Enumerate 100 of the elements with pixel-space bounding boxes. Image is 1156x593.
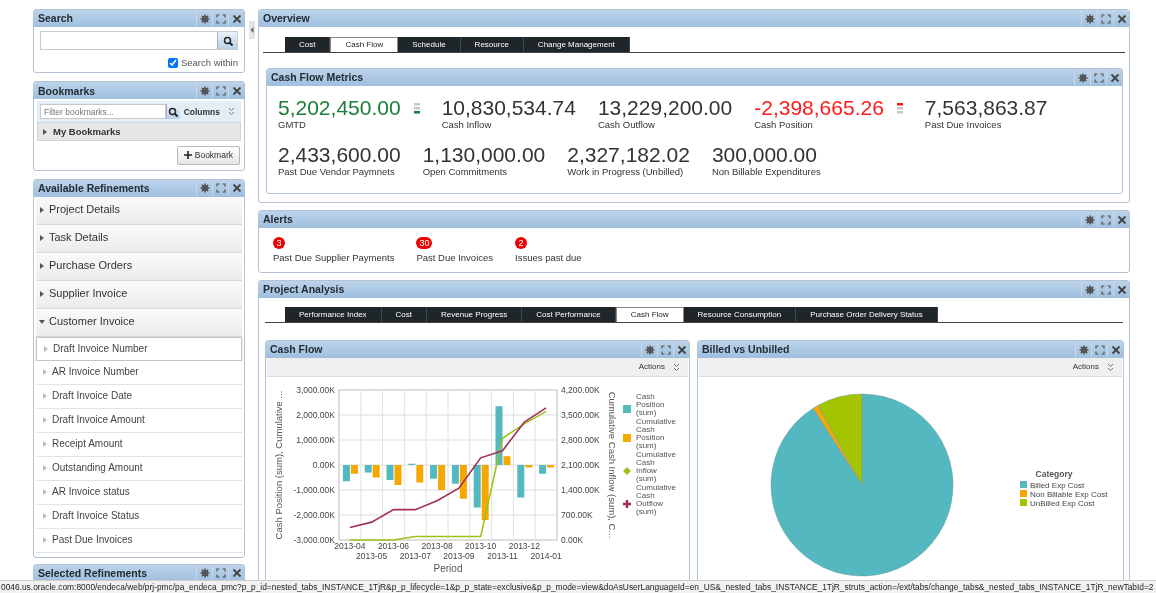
actions-menu[interactable]: Actions bbox=[1072, 362, 1099, 372]
checkbox[interactable] bbox=[167, 57, 178, 68]
legend-label: Cumulative Cash Position (sum) bbox=[636, 417, 676, 450]
legend-swatch bbox=[1020, 481, 1027, 488]
bookmark-folder[interactable]: My Bookmarks bbox=[37, 122, 241, 142]
expand-icon[interactable] bbox=[1100, 214, 1111, 225]
alert-label[interactable]: Past Due Supplier Payments bbox=[273, 252, 395, 264]
settings-icon[interactable] bbox=[199, 183, 210, 194]
settings-icon[interactable] bbox=[199, 85, 210, 96]
refinement-group[interactable]: Customer Invoice bbox=[36, 308, 242, 337]
expand-icon[interactable] bbox=[1094, 344, 1105, 355]
metric-label: Past Due Vendor Paymnets bbox=[278, 166, 396, 178]
legend-marker bbox=[621, 498, 633, 510]
panel-title: Overview bbox=[263, 12, 311, 25]
close-icon[interactable] bbox=[1116, 214, 1127, 225]
close-icon[interactable] bbox=[231, 13, 242, 24]
refinement-group[interactable]: Supplier Invoice bbox=[36, 280, 242, 309]
refinement-group[interactable]: Task Details bbox=[36, 224, 242, 253]
tab[interactable]: Cash Flow bbox=[330, 37, 399, 52]
expand-icon[interactable] bbox=[215, 13, 226, 24]
tab[interactable]: Purchase Order Delivery Status bbox=[796, 307, 938, 322]
legend-label: Cash Position (sum) bbox=[636, 392, 665, 417]
close-icon[interactable] bbox=[1110, 344, 1121, 355]
expand-icon[interactable] bbox=[1100, 284, 1111, 295]
tab[interactable]: Resource bbox=[460, 37, 524, 52]
close-icon[interactable] bbox=[231, 85, 242, 96]
expand-icon[interactable] bbox=[1093, 72, 1104, 83]
tab[interactable]: Change Management bbox=[523, 37, 630, 52]
legend-label: Non Billable Exp Cost bbox=[1030, 489, 1108, 499]
search-icon[interactable] bbox=[222, 35, 233, 46]
filter-field[interactable]: Filter bookmarks... bbox=[40, 104, 166, 120]
refinement-group[interactable]: Project Details bbox=[36, 196, 242, 225]
tab[interactable]: Cost Performance bbox=[522, 307, 616, 322]
close-icon[interactable] bbox=[1116, 284, 1127, 295]
metric-label: Cash Position bbox=[754, 119, 814, 131]
panel-title: Alerts bbox=[263, 213, 294, 226]
metric-value: 7,563,863.87 bbox=[924, 97, 1048, 119]
expand-icon[interactable] bbox=[215, 568, 226, 579]
legend-swatch bbox=[1020, 499, 1027, 506]
axis-tick-label: 1,000.00K bbox=[296, 435, 335, 445]
refinement-group[interactable]: Purchase Orders bbox=[36, 252, 242, 281]
folder-label: My Bookmarks bbox=[53, 126, 121, 138]
settings-icon[interactable] bbox=[644, 344, 655, 355]
settings-icon[interactable] bbox=[199, 568, 210, 579]
expand-icon[interactable] bbox=[1100, 13, 1111, 24]
panel-title: Cash Flow bbox=[270, 343, 324, 356]
metric-value: 300,000.00 bbox=[711, 144, 818, 167]
caret-icon bbox=[39, 235, 45, 242]
axis-tick-label: 1,400.00K bbox=[561, 485, 600, 495]
search-field[interactable] bbox=[40, 31, 238, 50]
axis-tick-label: 3,500.00K bbox=[561, 410, 600, 420]
caret-icon bbox=[42, 513, 48, 520]
actions-menu[interactable]: Actions bbox=[638, 362, 665, 372]
tab[interactable]: Schedule bbox=[398, 37, 461, 52]
collapse-handle-icon[interactable] bbox=[248, 21, 255, 39]
close-icon[interactable] bbox=[231, 183, 242, 194]
refinement-item[interactable]: Draft Invoice Number bbox=[36, 336, 242, 361]
caret-icon bbox=[39, 263, 45, 270]
settings-icon[interactable] bbox=[1084, 13, 1095, 24]
axis-tick-label: 2,000.00K bbox=[296, 410, 335, 420]
close-icon[interactable] bbox=[1109, 72, 1120, 83]
panel-title: Available Refinements bbox=[38, 181, 151, 195]
alert-label[interactable]: Issues past due bbox=[515, 252, 582, 264]
caret-icon[interactable] bbox=[1107, 362, 1114, 372]
caret-icon bbox=[42, 489, 48, 496]
add-bookmark-button[interactable]: Bookmark bbox=[176, 146, 240, 165]
settings-icon[interactable] bbox=[1077, 72, 1088, 83]
alert-label[interactable]: Past Due Invoices bbox=[416, 252, 494, 264]
metric-label: GMTD bbox=[278, 119, 307, 131]
caret-icon[interactable] bbox=[228, 107, 235, 117]
tab[interactable]: Cost bbox=[285, 37, 331, 52]
expand-icon[interactable] bbox=[215, 183, 226, 194]
close-icon[interactable] bbox=[231, 568, 242, 579]
tab[interactable]: Cost bbox=[381, 307, 428, 322]
axis-tick-label: 2013-12 bbox=[508, 541, 540, 551]
close-icon[interactable] bbox=[1116, 13, 1127, 24]
settings-icon[interactable] bbox=[199, 13, 210, 24]
settings-icon[interactable] bbox=[1084, 214, 1095, 225]
axis-tick-label: 2014-01 bbox=[530, 551, 562, 561]
close-icon[interactable] bbox=[676, 344, 687, 355]
tab[interactable]: Performance Index bbox=[285, 307, 382, 322]
tab[interactable]: Cash Flow bbox=[615, 307, 684, 322]
legend-marker bbox=[623, 405, 631, 413]
columns-menu[interactable]: Columns bbox=[183, 106, 220, 117]
metric-value: 10,830,534.74 bbox=[441, 97, 576, 119]
axis-title: Cumulative Cash Inflow (sum), C... bbox=[607, 391, 618, 539]
expand-icon[interactable] bbox=[660, 344, 671, 355]
search-icon[interactable] bbox=[168, 106, 179, 117]
legend-swatch bbox=[1020, 490, 1027, 497]
caret-icon[interactable] bbox=[673, 362, 680, 372]
axis-tick-label: 2013-07 bbox=[399, 551, 431, 561]
caret-icon bbox=[42, 417, 48, 424]
tab[interactable]: Revenue Progress bbox=[427, 307, 523, 322]
settings-icon[interactable] bbox=[1084, 284, 1095, 295]
tab[interactable]: Resource Consumption bbox=[683, 307, 797, 322]
settings-icon[interactable] bbox=[1078, 344, 1089, 355]
expand-icon[interactable] bbox=[215, 85, 226, 96]
panel-title: Search bbox=[38, 12, 75, 25]
caret-icon bbox=[42, 393, 48, 400]
axis-tick-label: 4,200.00K bbox=[561, 385, 600, 395]
